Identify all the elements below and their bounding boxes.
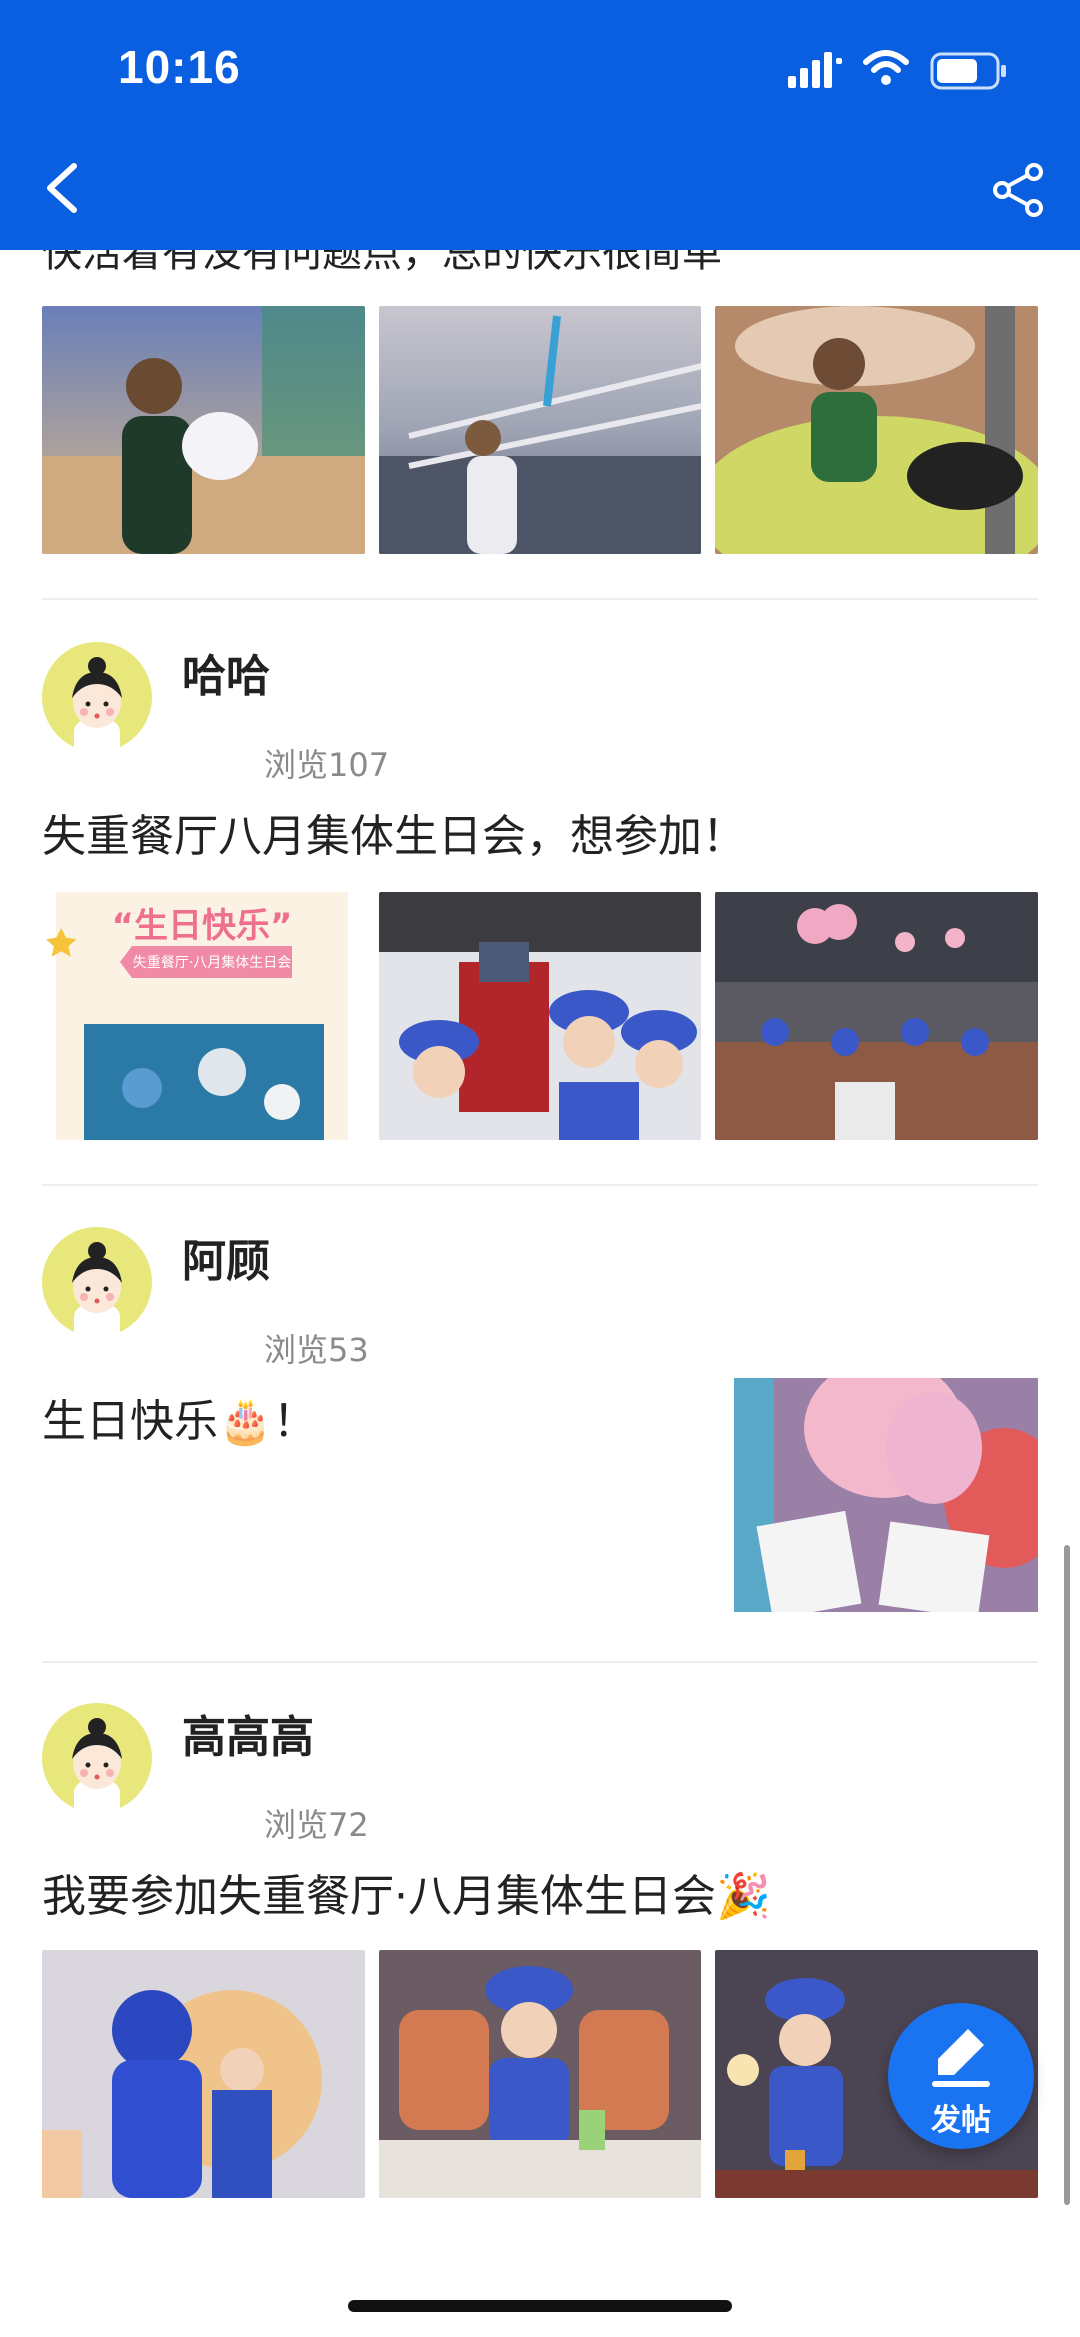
app-header: 10:16 — [0, 0, 1080, 250]
partial-post-images — [42, 306, 1039, 554]
post-view-count: 浏览107 — [264, 746, 390, 784]
post-text[interactable]: 我要参加失重餐厅·八月集体生日会🎉 — [42, 1860, 771, 1924]
post-image-birthday-poster[interactable]: “生日快乐” 失重餐厅·八月集体生日会 — [42, 892, 365, 1140]
status-time: 10:16 — [118, 41, 241, 93]
post-text[interactable]: 生日快乐🎂！ — [42, 1385, 317, 1449]
home-indicator[interactable] — [348, 2300, 732, 2312]
post-image-chef-kid[interactable] — [378, 1950, 702, 2198]
post-image-lake[interactable] — [378, 306, 702, 554]
partial-post-text: 快活着有没有问题点，总的快乐很简单 — [42, 250, 722, 276]
avatar[interactable] — [42, 1703, 152, 1813]
post-view-count: 浏览72 — [264, 1806, 369, 1844]
scrollbar[interactable] — [1064, 1545, 1070, 2205]
post-image-astronaut[interactable] — [42, 1950, 365, 2198]
cellular-signal-icon — [788, 52, 842, 88]
avatar[interactable] — [42, 642, 152, 752]
poster-title: “生日快乐” — [111, 906, 293, 946]
post-username[interactable]: 高高高 — [182, 1701, 314, 1765]
post-image-teacup-ride[interactable] — [715, 306, 1039, 554]
post-image-robot-kids[interactable] — [378, 892, 702, 1140]
new-post-button[interactable]: 发帖 — [888, 2003, 1034, 2149]
divider — [42, 598, 1038, 600]
post-username[interactable]: 哈哈 — [182, 640, 270, 704]
post-text[interactable]: 失重餐厅八月集体生日会，想参加！ — [42, 800, 746, 864]
divider — [42, 1184, 1038, 1186]
post-view-count: 浏览53 — [264, 1331, 369, 1369]
post-username[interactable]: 阿顾 — [182, 1225, 270, 1289]
post-image-balloons[interactable] — [734, 1378, 1038, 1612]
avatar[interactable] — [42, 1227, 152, 1337]
wifi-icon — [863, 50, 909, 85]
post-images: “生日快乐” 失重餐厅·八月集体生日会 — [42, 892, 1039, 1140]
battery-icon — [930, 52, 1006, 90]
poster-subtitle: 失重餐厅·八月集体生日会 — [132, 955, 292, 971]
back-chevron-icon[interactable] — [40, 160, 84, 216]
divider — [42, 1661, 1038, 1663]
post-image-restaurant-party[interactable] — [715, 892, 1039, 1140]
new-post-label: 发帖 — [931, 2103, 991, 2138]
post-image-cotton-candy[interactable] — [42, 306, 365, 554]
share-icon[interactable] — [990, 162, 1046, 218]
edit-pen-icon — [932, 2029, 990, 2087]
screen: 10:16 快活着有没有问题点，总的快乐很简单 哈哈 浏览107 失重餐厅八月集… — [0, 0, 1080, 2337]
